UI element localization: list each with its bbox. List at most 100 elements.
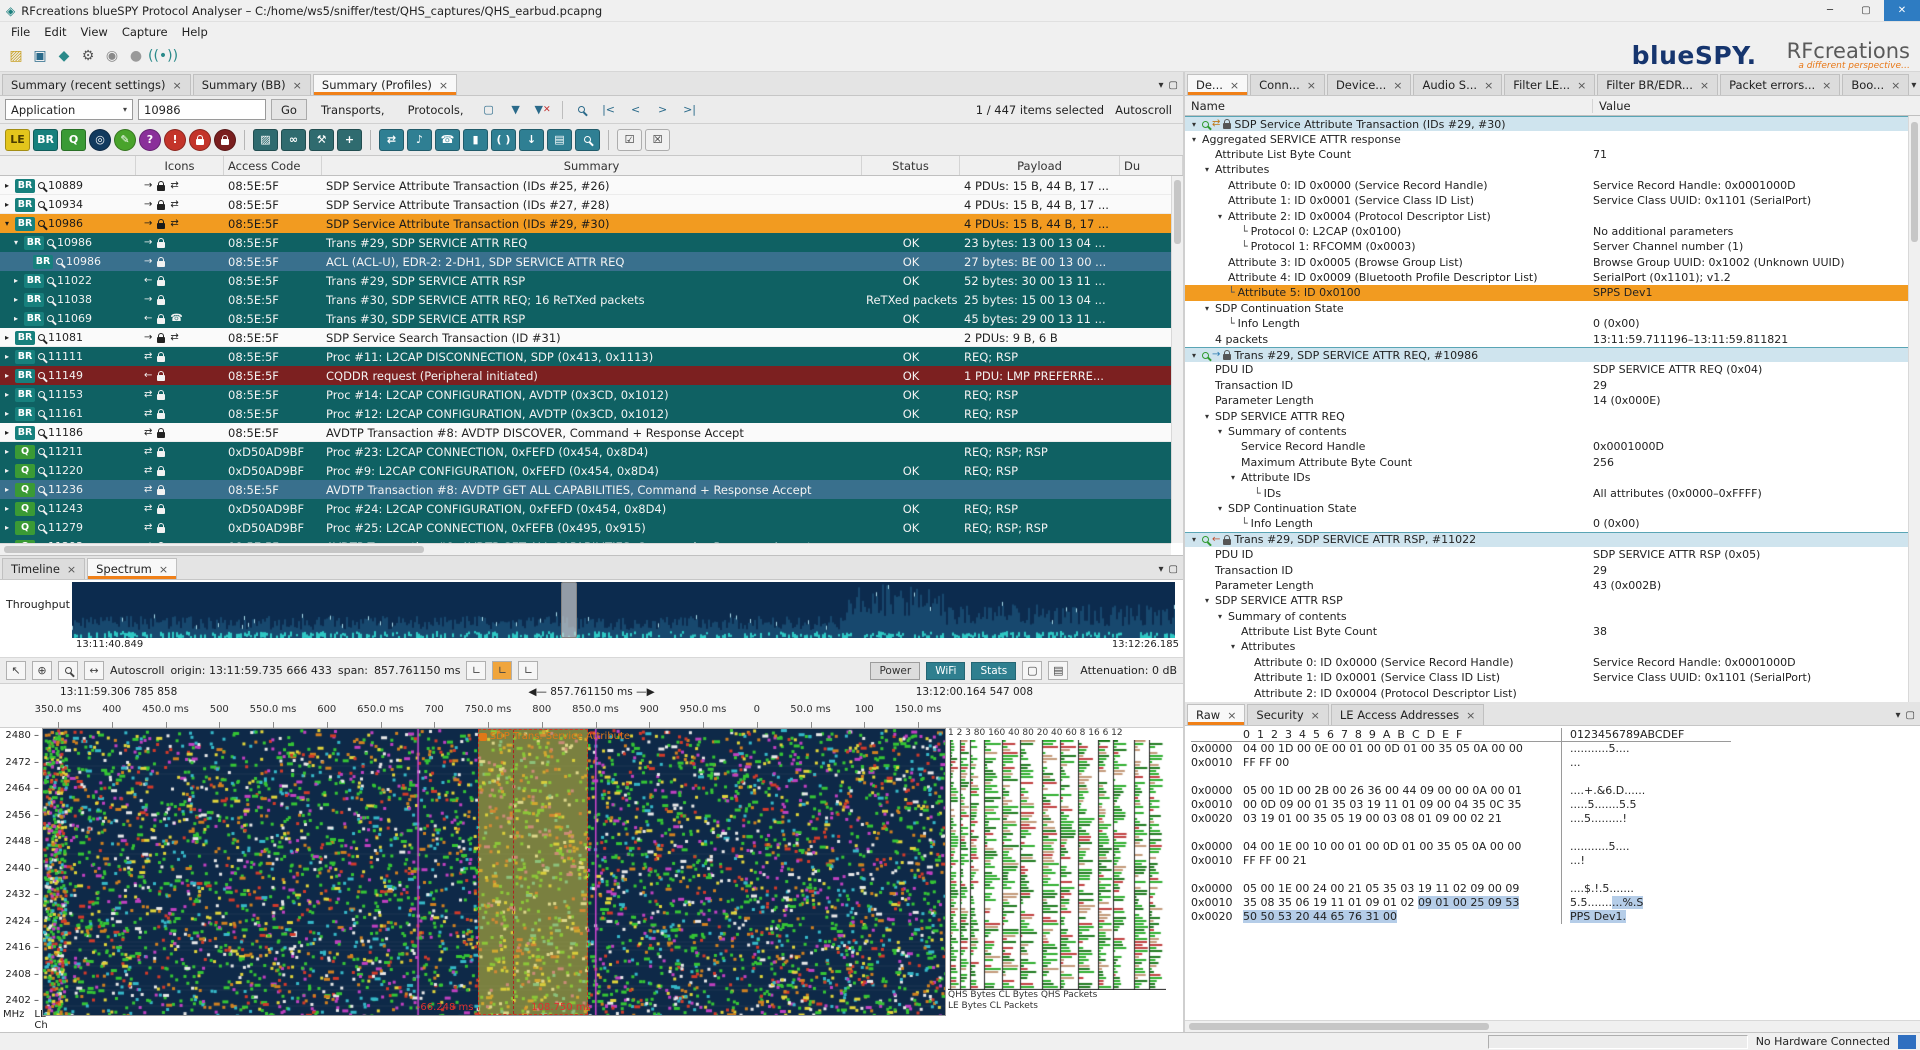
tree-expander-icon[interactable]: ▾	[1189, 120, 1199, 129]
tree-expander-icon[interactable]: ▾	[1228, 473, 1238, 482]
stop-icon[interactable]: ●	[124, 44, 148, 69]
open-file-icon[interactable]: ▨	[4, 44, 28, 69]
save-icon[interactable]: ▣	[28, 44, 52, 69]
tree-row[interactable]: ▾Attribute IDs	[1185, 470, 1920, 485]
hex-row[interactable]: 0x0010FF FF 00...	[1191, 756, 1920, 770]
tree-row[interactable]: ▾⇄SDP Service Attribute Transaction (IDs…	[1185, 116, 1920, 131]
column-header-access-code[interactable]: Access Code	[224, 156, 322, 175]
tree-row[interactable]: ▾Attributes	[1185, 162, 1920, 177]
proto-audio[interactable]: ♪	[407, 129, 432, 151]
expander-icon[interactable]: ▸	[2, 390, 12, 399]
filter-alert[interactable]: !	[164, 129, 186, 151]
panel-menu-icon[interactable]: ▾	[1159, 80, 1164, 91]
expander-icon[interactable]: ▸	[2, 466, 12, 475]
tab-summary-recent-settings[interactable]: Summary (recent settings)×	[2, 74, 191, 95]
tree-expander-icon[interactable]: ▾	[1189, 351, 1199, 360]
next-item-button[interactable]: >	[652, 99, 674, 120]
corner-right-icon[interactable]: ∟	[518, 661, 538, 680]
close-tab-icon[interactable]: ×	[439, 79, 448, 92]
tree-expander-icon[interactable]: ▾	[1202, 596, 1212, 605]
expander-icon[interactable]: ▸	[2, 200, 12, 209]
tree-row[interactable]: PDU IDSDP SERVICE ATTR REQ (0x04)	[1185, 362, 1920, 377]
tree-expander-icon[interactable]: ▾	[1189, 135, 1199, 144]
tab-raw[interactable]: Raw×	[1187, 704, 1245, 725]
expander-icon[interactable]: ▾	[2, 219, 12, 228]
proto-search[interactable]	[575, 129, 600, 151]
hex-row[interactable]: 0x002050 50 53 20 44 65 76 31 00PPS Dev1…	[1191, 910, 1920, 924]
panel-menu-icon[interactable]: ▾	[1159, 564, 1164, 575]
hex-row[interactable]: 0x001000 0D 09 00 01 35 03 19 11 01 09 0…	[1191, 798, 1920, 812]
first-item-button[interactable]: |<	[598, 99, 620, 120]
panel-float-icon[interactable]: ▢	[1906, 710, 1915, 721]
table-horizontal-scrollbar[interactable]	[0, 543, 1171, 555]
wifi-toggle[interactable]: WiFi	[926, 662, 965, 680]
tab-security[interactable]: Security×	[1247, 704, 1328, 725]
tree-row[interactable]: ▾SDP SERVICE ATTR REQ	[1185, 408, 1920, 423]
expander-icon[interactable]: ▸	[2, 333, 12, 342]
expander-icon[interactable]: ▸	[2, 504, 12, 513]
corner-mid-icon[interactable]: ∟	[492, 661, 512, 680]
menu-item-file[interactable]: File	[4, 25, 37, 39]
proto-page[interactable]: ▤	[547, 129, 572, 151]
tree-row[interactable]: ▾←Trans #29, SDP SERVICE ATTR RSP, #1102…	[1185, 532, 1920, 547]
tree-row[interactable]: └Protocol 0: L2CAP (0x0100)No additional…	[1185, 224, 1920, 239]
tree-row[interactable]: Attribute 2: ID 0x0004 (Protocol Descrip…	[1185, 685, 1920, 700]
stats-toggle[interactable]: Stats	[971, 662, 1016, 680]
menu-item-view[interactable]: View	[74, 25, 115, 39]
tree-row[interactable]: Transaction ID29	[1185, 378, 1920, 393]
close-tab-icon[interactable]: ×	[159, 563, 168, 576]
tool-paint[interactable]: ▨	[253, 129, 278, 151]
table-row[interactable]: ▸Q11279⇄0xD50AD9BFProc #25: L2CAP CONNEC…	[0, 518, 1171, 537]
hex-row[interactable]	[1191, 868, 1920, 882]
hex-row[interactable]	[1191, 770, 1920, 784]
hex-row[interactable]: 0x000005 00 1D 00 2B 00 26 36 00 44 09 0…	[1191, 784, 1920, 798]
autoscroll-label[interactable]: Autoscroll	[1115, 103, 1172, 117]
tree-expander-icon[interactable]: ▾	[1215, 427, 1225, 436]
tree-expander-icon[interactable]: ▾	[1215, 612, 1225, 621]
table-row[interactable]: ▸Q11243⇄0xD50AD9BFProc #24: L2CAP CONFIG…	[0, 499, 1171, 518]
record-icon[interactable]: ◉	[100, 44, 124, 69]
table-row[interactable]: ▸BR11038→08:5E:5FTrans #30, SDP SERVICE …	[0, 290, 1171, 309]
timeline-autoscroll-label[interactable]: Autoscroll	[110, 664, 164, 677]
close-tab-icon[interactable]: ×	[67, 563, 76, 576]
table-row[interactable]: BR10986→08:5E:5FACL (ACL-U), EDR-2: 2-DH…	[0, 252, 1171, 271]
prev-item-button[interactable]: <	[625, 99, 647, 120]
tree-expander-icon[interactable]: ▾	[1202, 165, 1212, 174]
tab-timeline[interactable]: Timeline×	[2, 558, 85, 579]
cursor-tool-icon[interactable]: ↖	[6, 661, 26, 680]
tree-row[interactable]: Service Record Handle0x0001000D	[1185, 439, 1920, 454]
menu-item-capture[interactable]: Capture	[115, 25, 175, 39]
expander-icon[interactable]: ▸	[2, 352, 12, 361]
close-tab-icon[interactable]: ×	[172, 79, 181, 92]
close-tab-icon[interactable]: ×	[1484, 79, 1493, 92]
hex-row[interactable]: 0x002003 19 01 00 35 05 19 00 03 08 01 0…	[1191, 812, 1920, 826]
close-tab-icon[interactable]: ×	[1822, 79, 1831, 92]
search-icon[interactable]	[571, 99, 593, 120]
tree-row[interactable]: Attribute 1: ID 0x0001 (Service Class ID…	[1185, 670, 1920, 685]
filter-lock-red[interactable]	[189, 129, 211, 151]
hex-horizontal-scrollbar[interactable]	[1185, 1020, 1920, 1032]
column-header-icons[interactable]: Icons	[136, 156, 224, 175]
power-toggle[interactable]: Power	[870, 662, 920, 680]
tab-summary-bb[interactable]: Summary (BB)×	[193, 74, 311, 95]
proto-brackets[interactable]: ( )	[491, 129, 516, 151]
filter-funnel-icon[interactable]: ▼	[505, 99, 527, 120]
tree-row[interactable]: ▾Summary of contents	[1185, 424, 1920, 439]
trace-style-icon[interactable]: ▤	[1048, 661, 1068, 680]
filter-br[interactable]: BR	[33, 129, 58, 151]
tree-row[interactable]: └Attribute 5: ID 0x0100SPPS Dev1	[1185, 285, 1920, 300]
table-row[interactable]: ▸BR10934→⇄08:5E:5FSDP Service Attribute …	[0, 195, 1171, 214]
column-header-du[interactable]: Du	[1120, 156, 1183, 175]
select-none[interactable]: ☒	[645, 129, 670, 151]
tree-row[interactable]: ▾Aggregated SERVICE ATTR response	[1185, 131, 1920, 146]
menu-item-edit[interactable]: Edit	[37, 25, 73, 39]
expander-icon[interactable]: ▸	[2, 447, 12, 456]
table-row[interactable]: ▾BR10986→08:5E:5FTrans #29, SDP SERVICE …	[0, 233, 1171, 252]
close-tab-icon[interactable]: ×	[1393, 79, 1402, 92]
filter-le[interactable]: LE	[5, 129, 30, 151]
expander-icon[interactable]: ▾	[11, 238, 21, 247]
tree-row[interactable]: 4 packets13:11:59.711196–13:11:59.811821	[1185, 331, 1920, 346]
close-tab-icon[interactable]: ×	[1700, 79, 1709, 92]
expander-icon[interactable]: ▸	[11, 314, 21, 323]
filter-funnel-clear-icon[interactable]: ▼✕	[532, 99, 554, 120]
